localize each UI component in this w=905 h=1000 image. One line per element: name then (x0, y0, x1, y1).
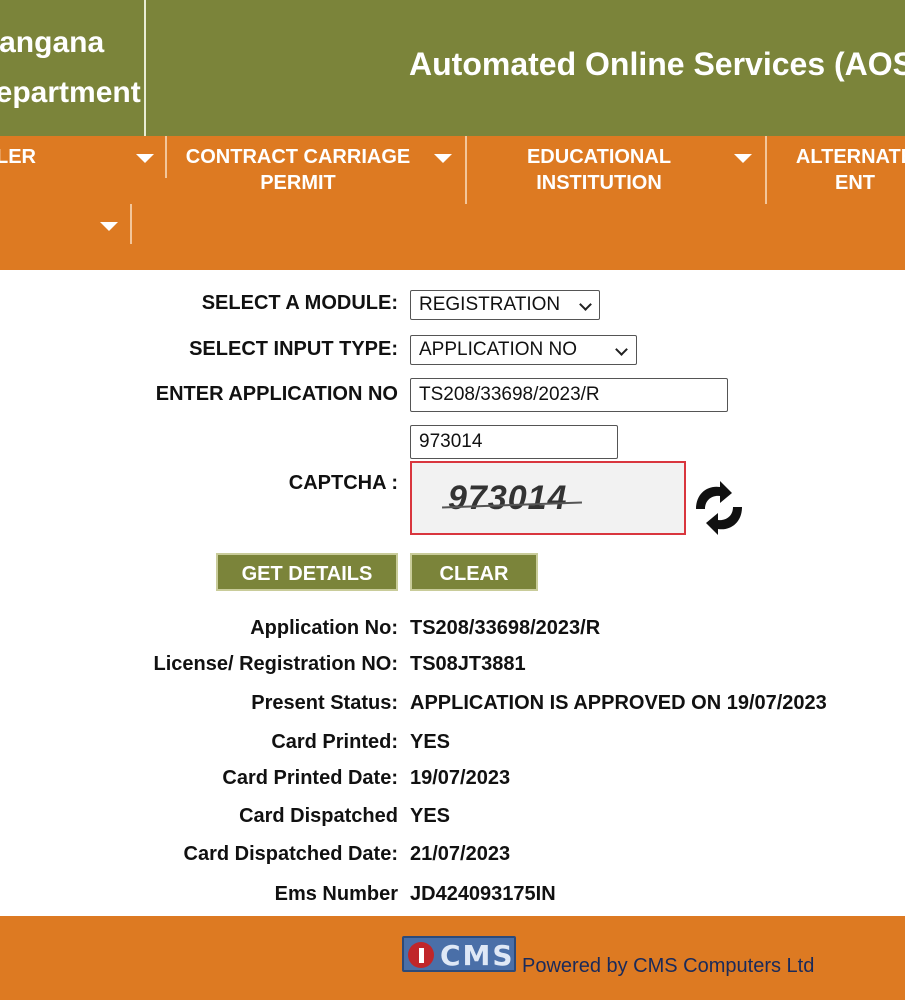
captcha-image: 973014 (410, 461, 686, 535)
result-value: 19/07/2023 (410, 767, 511, 789)
result-label: Present Status: (251, 692, 398, 714)
powered-by-text: Powered by CMS Computers Ltd (522, 955, 815, 977)
result-label: Card Printed Date: (222, 767, 398, 789)
result-label: Card Printed: (271, 731, 398, 753)
nav-item-contract-carriage-permit[interactable]: CONTRACT CARRIAGE PERMIT (180, 144, 416, 196)
result-value: YES (410, 805, 451, 827)
chevron-down-icon[interactable] (434, 154, 452, 163)
captcha-label: CAPTCHA : (288, 472, 398, 494)
department-name-line2: Department (0, 76, 141, 109)
page-header: Telangana Department Automated Online Se… (0, 0, 905, 136)
department-logo-area: Telangana Department (0, 0, 146, 136)
refresh-icon[interactable] (690, 479, 748, 537)
result-value: JD424093175IN (410, 883, 556, 905)
cms-logo-text: CMS (440, 939, 515, 972)
nav-divider (465, 136, 467, 204)
module-select-value: REGISTRATION (419, 294, 561, 315)
get-details-button[interactable]: GET DETAILS (216, 553, 398, 591)
chevron-down-icon (579, 298, 592, 311)
nav-item-label: CONTRACT CARRIAGE (185, 146, 411, 168)
nav-divider (130, 204, 132, 244)
nav-item-label: ENT (835, 172, 875, 194)
result-label: Card Dispatched Date: (183, 843, 399, 865)
captcha-input-value: 973014 (419, 431, 483, 452)
cms-logo: CMS (402, 936, 516, 972)
result-value: APPLICATION IS APPROVED ON 19/07/2023 (410, 692, 827, 714)
module-label: SELECT A MODULE: (201, 292, 398, 314)
application-no-label: ENTER APPLICATION NO (155, 383, 398, 405)
nav-item-ler[interactable]: LER (0, 144, 46, 170)
chevron-down-icon[interactable] (136, 154, 154, 163)
main-nav: LER CONTRACT CARRIAGE PERMIT EDUCATIONAL… (0, 136, 905, 270)
nav-divider (765, 136, 767, 204)
input-type-label: SELECT INPUT TYPE: (189, 338, 398, 360)
cms-logo-mark (408, 942, 434, 968)
result-label: License/ Registration NO: (153, 653, 399, 675)
input-type-select-value: APPLICATION NO (419, 339, 578, 360)
result-label: Card Dispatched (239, 805, 398, 827)
result-value: 21/07/2023 (410, 843, 511, 865)
result-label: Ems Number (274, 883, 398, 905)
input-type-select[interactable]: APPLICATION NO (410, 335, 637, 365)
captcha-image-text: 973014 (448, 479, 568, 517)
nav-item-label: EDUCATIONAL (526, 146, 672, 168)
chevron-down-icon[interactable] (734, 154, 752, 163)
result-value: TS208/33698/2023/R (410, 617, 601, 639)
chevron-down-icon[interactable] (100, 222, 118, 231)
nav-divider (165, 136, 167, 178)
result-value: YES (410, 731, 451, 753)
nav-item-label: INSTITUTION (536, 172, 662, 194)
nav-item-label: PERMIT (260, 172, 336, 194)
nav-item-label: ALTERNATE (795, 146, 905, 168)
module-select[interactable]: REGISTRATION (410, 290, 600, 320)
clear-button[interactable]: CLEAR (410, 553, 538, 591)
captcha-input[interactable]: 973014 (410, 425, 618, 459)
nav-item-educational-institution[interactable]: EDUCATIONAL INSTITUTION (490, 144, 708, 196)
chevron-down-icon (615, 343, 628, 356)
department-name-line1: Telangana (0, 26, 105, 59)
result-label: Application No: (250, 617, 398, 639)
nav-item-label: LER (0, 146, 36, 168)
nav-item-alternate[interactable]: ALTERNATE ENT (780, 144, 905, 196)
page-title: Automated Online Services (AOS) (409, 46, 905, 82)
result-value: TS08JT3881 (410, 653, 526, 675)
application-no-input-value: TS208/33698/2023/R (419, 384, 600, 405)
application-no-input[interactable]: TS208/33698/2023/R (410, 378, 728, 412)
page-footer: CMS Powered by CMS Computers Ltd (0, 916, 905, 1000)
